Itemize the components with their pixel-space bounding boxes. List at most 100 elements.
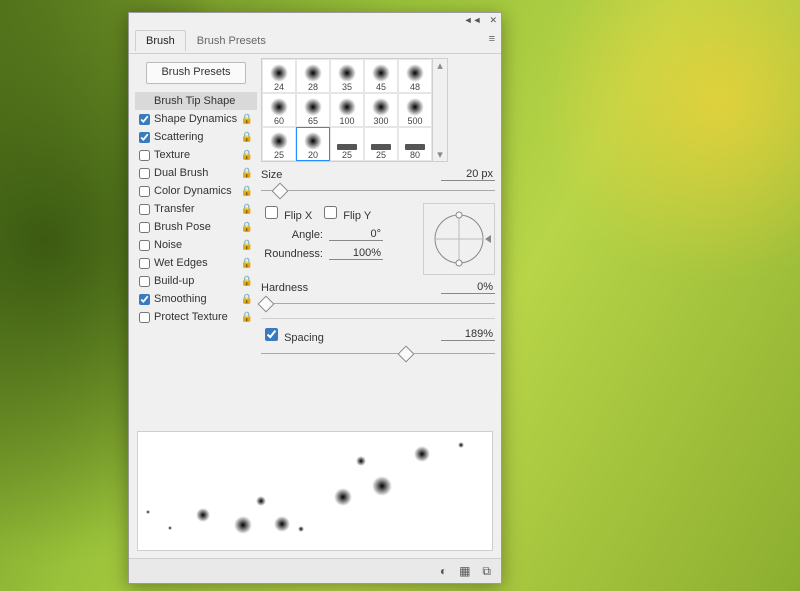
spacing-label: Spacing — [284, 332, 324, 344]
angle-wheel[interactable] — [423, 203, 495, 275]
option-label: Dual Brush — [154, 167, 241, 179]
lock-icon[interactable]: 🔒 — [241, 312, 253, 323]
grid-scrollbar[interactable]: ▴▾ — [433, 58, 448, 162]
option-checkbox[interactable] — [139, 150, 150, 161]
option-label: Noise — [154, 239, 241, 251]
close-icon[interactable]: ✕ — [489, 15, 497, 26]
tab-brush[interactable]: Brush — [135, 30, 186, 51]
lock-icon[interactable]: 🔒 — [241, 132, 253, 143]
option-checkbox[interactable] — [139, 294, 150, 305]
roundness-value[interactable]: 100% — [329, 247, 383, 260]
sidebar-item-brush-tip-shape[interactable]: Brush Tip Shape — [135, 92, 257, 110]
brush-settings-main: 242835454860651003005002520252580 ▴▾ Siz… — [257, 54, 501, 430]
tab-brush-presets[interactable]: Brush Presets — [186, 30, 277, 51]
stroke-preview — [137, 431, 493, 551]
option-checkbox[interactable] — [139, 276, 150, 287]
option-label: Brush Tip Shape — [154, 95, 253, 107]
option-checkbox[interactable] — [139, 132, 150, 143]
brush-tip-cell[interactable]: 300 — [364, 93, 398, 127]
brush-tip-cell[interactable]: 100 — [330, 93, 364, 127]
option-label: Protect Texture — [154, 311, 241, 323]
brush-tip-cell[interactable]: 25 — [364, 127, 398, 161]
option-checkbox[interactable] — [139, 186, 150, 197]
lock-icon[interactable]: 🔒 — [241, 222, 253, 233]
option-checkbox[interactable] — [139, 114, 150, 125]
spacing-value[interactable]: 189% — [441, 328, 495, 341]
panel-menu-icon[interactable]: ≡ — [489, 33, 495, 45]
sidebar-item-noise[interactable]: Noise🔒 — [135, 236, 257, 254]
option-label: Smoothing — [154, 293, 241, 305]
brush-tip-cell[interactable]: 60 — [262, 93, 296, 127]
flip-x-checkbox[interactable]: Flip X — [261, 203, 312, 222]
lock-icon[interactable]: 🔒 — [241, 294, 253, 305]
lock-icon[interactable]: 🔒 — [241, 204, 253, 215]
option-checkbox[interactable] — [139, 312, 150, 323]
brush-tip-cell[interactable]: 45 — [364, 59, 398, 93]
brush-tip-cell[interactable]: 28 — [296, 59, 330, 93]
sidebar-item-color-dynamics[interactable]: Color Dynamics🔒 — [135, 182, 257, 200]
angle-value[interactable]: 0° — [329, 228, 383, 241]
lock-icon[interactable]: 🔒 — [241, 276, 253, 287]
new-brush-icon[interactable]: ▦ — [459, 564, 470, 578]
option-checkbox[interactable] — [139, 240, 150, 251]
collapse-icon[interactable]: ◄◄ — [464, 15, 482, 25]
brush-tip-cell[interactable]: 25 — [262, 127, 296, 161]
options-sidebar: Brush Presets Brush Tip Shape Shape Dynam… — [129, 54, 257, 430]
roundness-label: Roundness: — [261, 248, 329, 260]
option-label: Shape Dynamics — [154, 113, 241, 125]
brush-tip-cell[interactable]: 35 — [330, 59, 364, 93]
option-label: Brush Pose — [154, 221, 241, 233]
panel-footer: ◐ ▦ ⧉ — [129, 558, 501, 583]
hardness-slider[interactable] — [261, 296, 495, 312]
sidebar-item-texture[interactable]: Texture🔒 — [135, 146, 257, 164]
lock-icon[interactable]: 🔒 — [241, 168, 253, 179]
brush-presets-button[interactable]: Brush Presets — [146, 62, 246, 84]
option-checkbox[interactable] — [139, 222, 150, 233]
sidebar-item-transfer[interactable]: Transfer🔒 — [135, 200, 257, 218]
panel-titlebar: ◄◄ ✕ — [129, 13, 501, 27]
option-label: Wet Edges — [154, 257, 241, 269]
spacing-slider[interactable] — [261, 346, 495, 362]
sidebar-item-build-up[interactable]: Build-up🔒 — [135, 272, 257, 290]
lock-icon[interactable]: 🔒 — [241, 114, 253, 125]
sidebar-item-shape-dynamics[interactable]: Shape Dynamics🔒 — [135, 110, 257, 128]
hardness-label: Hardness — [261, 282, 308, 294]
flip-x-label: Flip X — [284, 210, 312, 222]
lock-icon[interactable]: 🔒 — [241, 186, 253, 197]
create-preset-icon[interactable]: ⧉ — [482, 564, 491, 579]
sidebar-item-wet-edges[interactable]: Wet Edges🔒 — [135, 254, 257, 272]
size-label: Size — [261, 169, 282, 181]
brush-tip-cell[interactable]: 20 — [296, 127, 330, 161]
option-checkbox[interactable] — [139, 204, 150, 215]
brush-tip-cell[interactable]: 48 — [398, 59, 432, 93]
angle-label: Angle: — [261, 229, 329, 241]
spacing-checkbox[interactable]: Spacing — [261, 325, 324, 344]
sidebar-item-protect-texture[interactable]: Protect Texture🔒 — [135, 308, 257, 326]
sidebar-item-smoothing[interactable]: Smoothing🔒 — [135, 290, 257, 308]
flip-y-label: Flip Y — [343, 210, 371, 222]
brush-tip-cell[interactable]: 25 — [330, 127, 364, 161]
brush-tip-cell[interactable]: 65 — [296, 93, 330, 127]
hardness-value[interactable]: 0% — [441, 281, 495, 294]
brush-tip-cell[interactable]: 80 — [398, 127, 432, 161]
option-checkbox[interactable] — [139, 258, 150, 269]
sidebar-item-brush-pose[interactable]: Brush Pose🔒 — [135, 218, 257, 236]
option-checkbox[interactable] — [139, 168, 150, 179]
tab-strip: Brush Brush Presets ≡ — [129, 27, 501, 54]
sidebar-item-scattering[interactable]: Scattering🔒 — [135, 128, 257, 146]
lock-icon[interactable]: 🔒 — [241, 150, 253, 161]
option-label: Transfer — [154, 203, 241, 215]
size-value[interactable]: 20 px — [441, 168, 495, 181]
toggle-preview-icon[interactable]: ◐ — [440, 564, 447, 578]
brush-panel: ◄◄ ✕ Brush Brush Presets ≡ Brush Presets… — [128, 12, 502, 584]
brush-tip-cell[interactable]: 500 — [398, 93, 432, 127]
sidebar-item-dual-brush[interactable]: Dual Brush🔒 — [135, 164, 257, 182]
lock-icon[interactable]: 🔒 — [241, 258, 253, 269]
flip-y-checkbox[interactable]: Flip Y — [320, 203, 371, 222]
option-label: Build-up — [154, 275, 241, 287]
brush-tip-cell[interactable]: 24 — [262, 59, 296, 93]
lock-icon[interactable]: 🔒 — [241, 240, 253, 251]
option-label: Color Dynamics — [154, 185, 241, 197]
size-slider[interactable] — [261, 183, 495, 199]
option-label: Scattering — [154, 131, 241, 143]
